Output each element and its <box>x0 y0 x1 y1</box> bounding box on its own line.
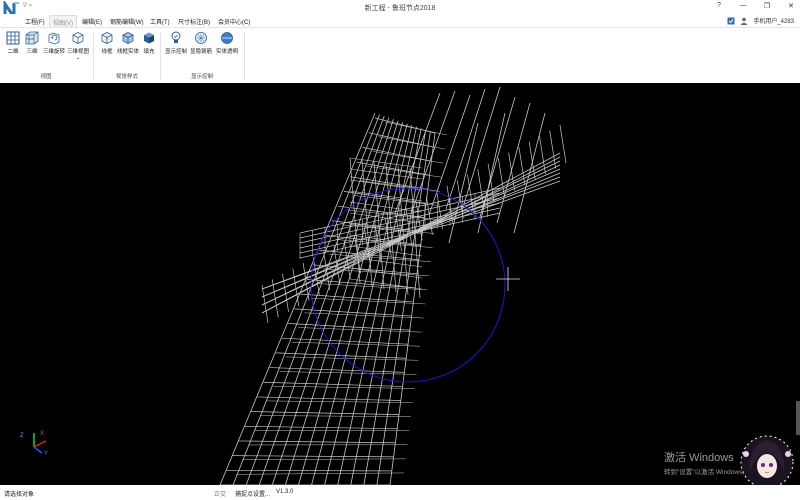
btn-transparent-solid[interactable]: 实体透明 <box>216 31 238 55</box>
transparent-solid-icon <box>221 32 233 44</box>
btn-3d-view[interactable]: 三维视图 ⌄ <box>67 31 89 61</box>
column-stirrup <box>285 356 419 361</box>
grid-2d-icon <box>6 31 20 45</box>
axis-z-label: Z <box>20 433 24 439</box>
menu-dimension[interactable]: 尺寸标注(B) <box>178 17 210 26</box>
title-bar: ∇ = 新工程 - 鲁班节点2018 ? — ❐ ✕ <box>0 0 800 22</box>
btn-wireframe[interactable]: 线框 <box>96 31 118 55</box>
watermark-line1: 激活 Windows <box>664 452 734 464</box>
watermark-line2: 转到"设置"以激活 Windows。 <box>664 469 749 476</box>
protruding-bar <box>496 102 531 224</box>
beam-stirrup <box>539 135 546 175</box>
ortho-toggle[interactable]: 正交 <box>214 489 226 498</box>
3d-viewport[interactable]: Z X Y <box>0 83 800 485</box>
status-bar: 请选择对象 正交 捕捉点设置... V1.3.0 <box>0 485 800 500</box>
close-button[interactable]: ✕ <box>786 2 796 10</box>
group-label-display-control: 显示控制 <box>190 74 213 80</box>
solid-fill-icon <box>144 32 154 44</box>
cube-rotate-icon <box>48 32 60 45</box>
btn-solid-fill[interactable]: 填充 <box>138 31 160 55</box>
ribbon-group-display-control: 显示控制 显隐钢筋 实体透明 显示控制 <box>161 28 243 84</box>
axis-gizmo: Z X Y <box>20 431 48 457</box>
btn-wire-solid[interactable]: 线框实体 <box>117 31 139 55</box>
status-prompt: 请选择对象 <box>4 492 35 498</box>
feedback-icon[interactable] <box>727 17 735 25</box>
cursor-crosshair <box>496 267 520 291</box>
grid-3d-icon <box>25 31 39 45</box>
wireframe-icon <box>101 32 113 44</box>
wire-solid-icon <box>122 32 134 44</box>
ribbon: 二维 三维 三维旋转 三维视图 ⌄ 视图 线框 线框实体 填充 视觉样式 显示控… <box>0 27 800 85</box>
restore-button[interactable]: ❐ <box>762 2 772 10</box>
axis-x-label: X <box>40 431 44 437</box>
beam-stirrup <box>302 262 310 301</box>
column-stirrup <box>267 400 413 403</box>
axis-y-label: Y <box>44 451 48 457</box>
viewport-side-handle[interactable] <box>796 401 800 435</box>
snap-settings-button[interactable]: 捕捉点设置... <box>235 489 270 498</box>
rebar-model <box>219 86 567 485</box>
beam-stirrup <box>261 284 269 324</box>
minimize-button[interactable]: — <box>738 2 748 10</box>
ribbon-divider <box>244 32 245 80</box>
version-label: V1.3.0 <box>276 489 294 495</box>
beam-stirrup <box>313 257 320 296</box>
beam-stirrup <box>549 130 557 169</box>
window-title: 新工程 - 鲁班节点2018 <box>364 5 436 12</box>
menu-edit[interactable]: 编辑(E) <box>82 17 102 26</box>
group-label-view: 视图 <box>40 74 52 80</box>
menu-project[interactable]: 工程(F) <box>25 17 45 26</box>
beam-longitudinal-bar <box>261 180 561 290</box>
protruding-bar <box>448 122 479 244</box>
chevron-down-icon[interactable]: ⌄ <box>67 55 89 61</box>
beam-stirrup <box>559 124 567 164</box>
beam-stirrup <box>508 152 515 191</box>
ribbon-group-visual-style: 线框 线框实体 填充 视觉样式 <box>94 28 160 84</box>
beam-stirrup <box>477 169 485 208</box>
display-control-icon <box>171 31 181 43</box>
column-stirrup <box>273 385 415 389</box>
protruding-bar <box>513 112 546 234</box>
btn-3d-rotate[interactable]: 三维旋转 <box>43 31 65 55</box>
menu-bar: 工程(F) 视图(V) 编辑(E) 钢筋编辑(W) 工具(T) 尺寸标注(B) … <box>0 14 800 30</box>
ribbon-group-view: 二维 三维 三维旋转 三维视图 ⌄ 视图 <box>0 28 92 84</box>
group-label-visual-style: 视觉样式 <box>115 74 138 80</box>
activation-watermark: 激活 Windows 转到"设置"以激活 Windows。 <box>664 449 749 476</box>
user-name[interactable]: 手机用户_4283 <box>753 16 794 25</box>
menu-rebar-edit[interactable]: 钢筋编辑(W) <box>110 17 144 26</box>
column-stirrup <box>362 147 432 162</box>
beam-stirrup <box>528 141 536 180</box>
menu-tools[interactable]: 工具(T) <box>150 17 170 26</box>
toggle-rebar-icon <box>195 32 207 44</box>
btn-display-control[interactable]: 显示控制 <box>165 31 187 55</box>
user-icon[interactable] <box>740 17 748 25</box>
btn-toggle-rebar[interactable]: 显隐钢筋 <box>190 31 212 55</box>
rebar-model-canvas[interactable]: Z X Y <box>0 83 800 485</box>
btn-3d[interactable]: 三维 <box>21 31 43 55</box>
menu-member-center[interactable]: 会员中心(C) <box>218 17 250 26</box>
column-longitudinal-bar <box>245 115 385 485</box>
beam-stirrup <box>271 279 279 318</box>
cube-view-icon <box>72 32 84 44</box>
help-icon[interactable]: ? <box>714 2 724 10</box>
